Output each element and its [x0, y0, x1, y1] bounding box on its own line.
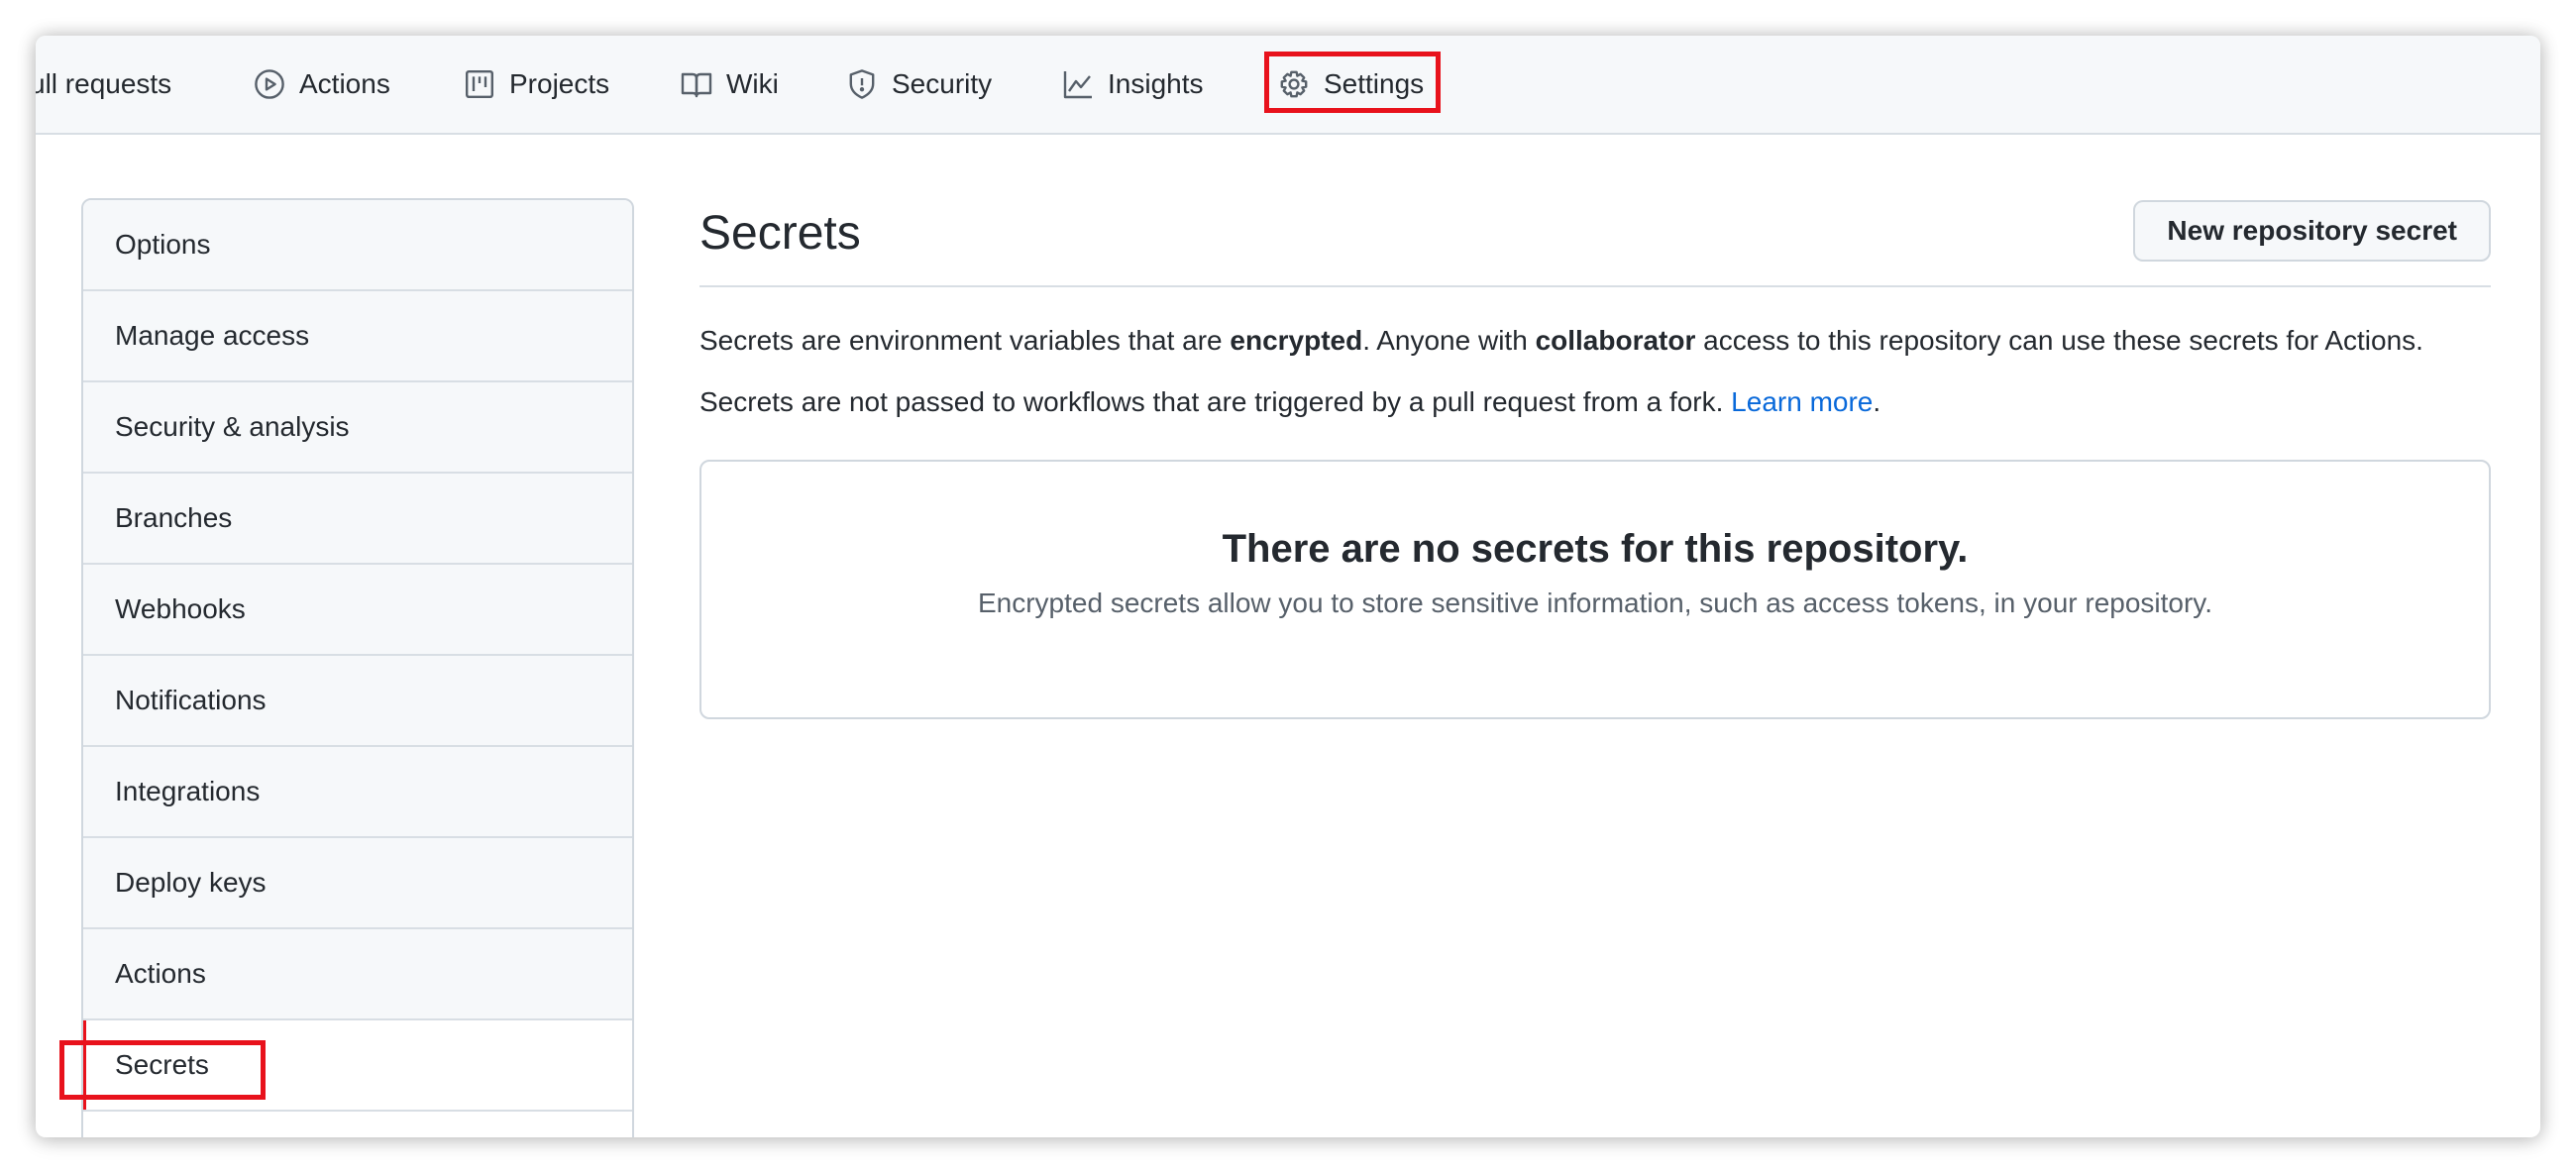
sidebar-item-label: Manage access — [115, 320, 310, 351]
sidebar-item-security-analysis[interactable]: Security & analysis — [83, 382, 632, 474]
play-icon — [255, 69, 284, 99]
new-repository-secret-button[interactable]: New repository secret — [2133, 200, 2491, 262]
sidebar-item-deploy-keys[interactable]: Deploy keys — [83, 838, 632, 929]
learn-more-link[interactable]: Learn more — [1731, 386, 1873, 417]
secrets-description: Secrets are environment variables that a… — [699, 321, 2491, 361]
browser-window: ull requests Actions Projects Wiki Secur… — [36, 36, 2540, 1137]
sidebar-item-label: Branches — [115, 502, 233, 533]
tab-wiki[interactable]: Wiki — [681, 36, 779, 133]
desc-bold-encrypted: encrypted — [1230, 325, 1363, 356]
sidebar-item-notifications[interactable]: Notifications — [83, 656, 632, 747]
secrets-highlight-box — [59, 1040, 266, 1100]
tab-insights-label: Insights — [1108, 68, 1204, 99]
settings-sidebar: Options Manage access Security & analysi… — [81, 198, 634, 1137]
tab-wiki-label: Wiki — [726, 68, 779, 99]
fork-note-text: Secrets are not passed to workflows that… — [699, 386, 1732, 417]
sidebar-item-label: Actions — [115, 958, 206, 989]
tab-actions-label: Actions — [299, 68, 390, 99]
tab-projects[interactable]: Projects — [464, 36, 609, 133]
repo-nav: ull requests Actions Projects Wiki Secur… — [36, 36, 2540, 135]
tab-actions[interactable]: Actions — [254, 36, 390, 133]
sidebar-item-label: Notifications — [115, 685, 267, 715]
empty-state-subtitle: Encrypted secrets allow you to store sen… — [977, 588, 2213, 618]
fork-note-end: . — [1873, 386, 1881, 417]
sidebar-item-cutoff — [83, 1112, 632, 1137]
tab-security[interactable]: Security — [846, 36, 992, 133]
sidebar-item-label: Integrations — [115, 776, 261, 806]
secrets-header: Secrets New repository secret — [699, 198, 2491, 287]
graph-icon — [1063, 71, 1092, 99]
sidebar-item-label: Deploy keys — [115, 867, 267, 898]
desc-text: Secrets are environment variables that a… — [699, 325, 1231, 356]
sidebar-item-label: Security & analysis — [115, 411, 350, 442]
tab-pull-requests-label: ull requests — [36, 68, 172, 99]
tab-security-label: Security — [892, 68, 993, 99]
tab-pull-requests[interactable]: ull requests — [36, 36, 171, 133]
settings-highlight-box — [1264, 52, 1441, 113]
desc-text: . Anyone with — [1362, 325, 1536, 356]
sidebar-item-label: Options — [115, 229, 211, 260]
desc-text: access to this repository can use these … — [1695, 325, 2423, 356]
sidebar-item-branches[interactable]: Branches — [83, 474, 632, 565]
secrets-main: Secrets New repository secret Secrets ar… — [699, 198, 2491, 719]
desc-bold-collaborator: collaborator — [1535, 325, 1696, 356]
tab-projects-label: Projects — [509, 68, 610, 99]
sidebar-item-options[interactable]: Options — [83, 200, 632, 291]
shield-icon — [849, 69, 875, 99]
tab-insights[interactable]: Insights — [1062, 36, 1204, 133]
fork-note: Secrets are not passed to workflows that… — [699, 382, 2491, 422]
book-icon — [681, 72, 712, 98]
sidebar-item-actions[interactable]: Actions — [83, 929, 632, 1020]
empty-state-title: There are no secrets for this repository… — [1222, 527, 1969, 571]
sidebar-item-webhooks[interactable]: Webhooks — [83, 565, 632, 656]
page-title: Secrets — [699, 207, 861, 260]
project-icon — [466, 70, 494, 99]
sidebar-item-integrations[interactable]: Integrations — [83, 747, 632, 838]
empty-state-box: There are no secrets for this repository… — [699, 460, 2491, 719]
sidebar-item-label: Webhooks — [115, 593, 246, 624]
sidebar-item-manage-access[interactable]: Manage access — [83, 291, 632, 382]
